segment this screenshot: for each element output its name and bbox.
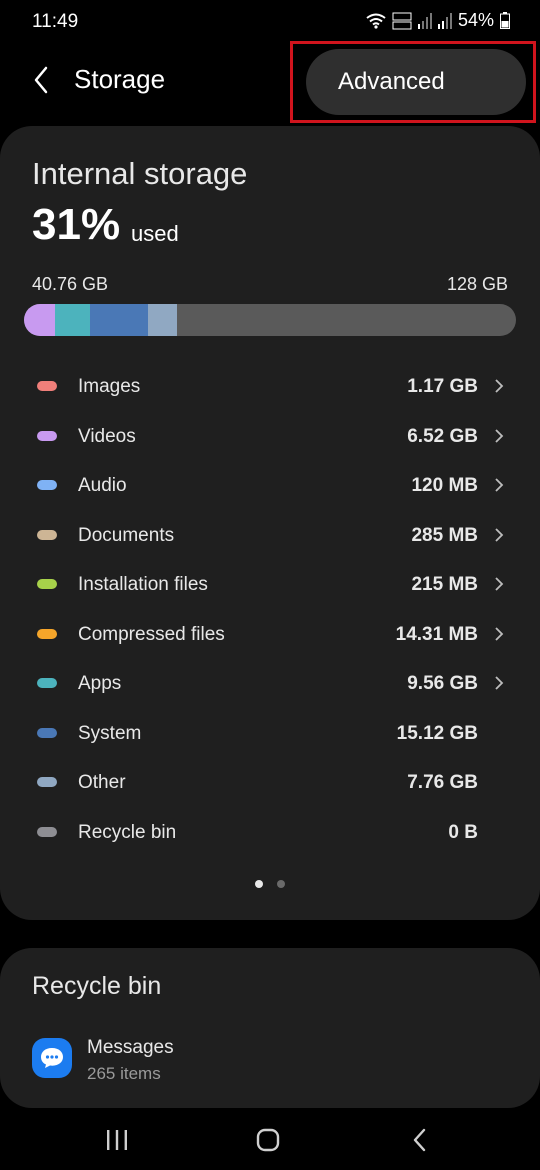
category-list: Images 1.17 GB Videos 6.52 GB Audio 120 MB Doc…: [0, 364, 540, 859]
storage-bar-segment-apps: [54, 304, 90, 336]
messages-app-name: Messages: [87, 1037, 174, 1058]
home-icon[interactable]: [256, 1128, 280, 1152]
category-name: Installation files: [78, 574, 208, 595]
category-name: Documents: [78, 524, 175, 546]
category-color-dot: [37, 529, 57, 540]
category-row-system: System 15.12 GB: [0, 711, 540, 761]
volte-icon: [392, 12, 412, 29]
total-size: 128 GB: [446, 274, 508, 294]
storage-bar-segment-system: [89, 304, 148, 336]
internal-storage-heading: Internal storage: [32, 156, 248, 191]
chevron-right-icon: [495, 478, 504, 492]
status-bar: 11:49 54%: [0, 0, 540, 42]
signal-icon-1: [417, 12, 432, 29]
category-size: 7.76 GB: [407, 772, 478, 793]
category-color-dot: [37, 430, 57, 441]
page-title: Storage: [74, 64, 166, 94]
advanced-menu-item[interactable]: Advanced: [306, 49, 526, 115]
category-size: 14.31 MB: [395, 623, 478, 645]
messages-app-icon: [32, 1038, 72, 1078]
category-name: Videos: [78, 425, 136, 447]
used-size: 40.76 GB: [32, 274, 109, 294]
status-time: 11:49: [32, 11, 79, 32]
page-dot-inactive: [277, 880, 285, 888]
storage-usage-bar: [24, 304, 516, 336]
internal-storage-card: Internal storage 31% used 40.76 GB 128 G…: [0, 126, 540, 920]
category-name: Apps: [78, 673, 122, 694]
category-name: Compressed files: [78, 623, 225, 645]
wifi-icon: [366, 13, 386, 29]
category-row-audio[interactable]: Audio 120 MB: [0, 463, 540, 513]
advanced-label: Advanced: [338, 68, 445, 95]
category-row-recycle-bin: Recycle bin 0 B: [0, 810, 540, 860]
category-size: 285 MB: [411, 524, 478, 546]
category-color-dot: [37, 480, 57, 490]
category-size: 0 B: [448, 821, 478, 843]
category-color-dot: [37, 579, 57, 589]
category-color-dot: [37, 678, 57, 688]
status-icons: 54%: [366, 10, 510, 31]
category-row-documents[interactable]: Documents 285 MB: [0, 513, 540, 563]
category-color-dot: [37, 777, 57, 787]
category-size: 15.12 GB: [396, 722, 478, 744]
category-color-dot: [37, 628, 57, 639]
category-size: 6.52 GB: [407, 425, 478, 447]
nav-back-icon[interactable]: [410, 1128, 430, 1152]
category-row-images[interactable]: Images 1.17 GB: [0, 364, 540, 414]
used-label: used: [131, 221, 179, 246]
category-name: Other: [78, 772, 126, 793]
battery-percent: 54%: [457, 10, 494, 30]
back-icon[interactable]: [30, 64, 54, 96]
category-row-installation-files[interactable]: Installation files 215 MB: [0, 562, 540, 612]
category-row-compressed-files[interactable]: Compressed files 14.31 MB: [0, 612, 540, 662]
category-name: System: [78, 722, 142, 744]
chevron-right-icon: [495, 527, 504, 542]
recycle-bin-heading: Recycle bin: [32, 972, 162, 1000]
category-name: Audio: [78, 475, 127, 496]
chevron-right-icon: [495, 577, 504, 591]
recents-icon[interactable]: [105, 1128, 129, 1152]
storage-bar-segment-other: [147, 304, 178, 336]
category-size: 9.56 GB: [407, 673, 478, 694]
page-indicator: [0, 880, 540, 888]
category-row-videos[interactable]: Videos 6.52 GB: [0, 414, 540, 464]
recycle-bin-card[interactable]: Recycle bin Messages 265 items: [0, 948, 540, 1108]
signal-icon-2: [437, 12, 452, 29]
page-dot-active: [255, 880, 263, 888]
chevron-right-icon: [495, 428, 504, 443]
category-row-other: Other 7.76 GB: [0, 760, 540, 810]
category-size: 215 MB: [411, 574, 478, 595]
used-percent: 31%: [32, 200, 121, 249]
category-row-apps[interactable]: Apps 9.56 GB: [0, 661, 540, 711]
messages-item-count: 265 items: [87, 1064, 161, 1083]
category-color-dot: [37, 826, 57, 837]
storage-bar-segment-videos: [24, 304, 55, 336]
battery-icon: [500, 12, 510, 29]
navigation-bar: [0, 1108, 540, 1170]
chevron-right-icon: [495, 676, 504, 690]
chevron-right-icon: [495, 379, 504, 393]
category-color-dot: [37, 381, 57, 391]
chat-bubble-icon: [41, 1048, 63, 1068]
category-size: 120 MB: [411, 475, 478, 496]
category-color-dot: [37, 727, 57, 738]
category-name: Images: [78, 376, 141, 397]
category-name: Recycle bin: [78, 821, 177, 843]
chevron-right-icon: [495, 626, 504, 641]
category-size: 1.17 GB: [407, 376, 478, 397]
